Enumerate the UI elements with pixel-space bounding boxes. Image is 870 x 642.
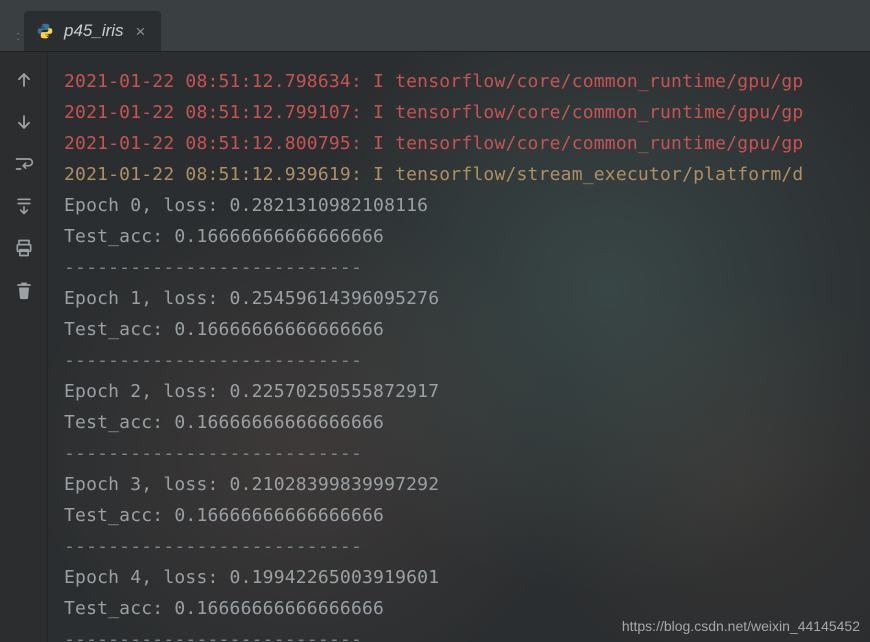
console-line: Test_acc: 0.16666666666666666 [64,314,870,345]
run-label-fragment: : [0,28,24,43]
scroll-to-end-button[interactable] [10,192,38,220]
console-output[interactable]: 2021-01-22 08:51:12.798634: I tensorflow… [48,52,870,642]
print-icon [14,238,34,258]
arrow-up-icon [14,70,34,90]
console-line: --------------------------- [64,345,870,376]
console-line: Epoch 2, loss: 0.22570250555872917 [64,376,870,407]
console-line: Test_acc: 0.16666666666666666 [64,593,870,624]
arrow-down-icon [14,112,34,132]
run-tool-window: 2021-01-22 08:51:12.798634: I tensorflow… [0,52,870,642]
console-line: Epoch 4, loss: 0.19942265003919601 [64,562,870,593]
close-icon[interactable]: × [134,23,148,40]
console-line: Epoch 3, loss: 0.21028399839997292 [64,469,870,500]
console-line: 2021-01-22 08:51:12.939619: I tensorflow… [64,159,870,190]
console-line: --------------------------- [64,438,870,469]
console-line: 2021-01-22 08:51:12.798634: I tensorflow… [64,66,870,97]
soft-wrap-icon [14,154,34,174]
python-file-icon [36,22,54,40]
console-line: Test_acc: 0.16666666666666666 [64,221,870,252]
arrow-down-button[interactable] [10,108,38,136]
editor-tabbar: : p45_iris × [0,0,870,52]
print-button[interactable] [10,234,38,262]
console-line: --------------------------- [64,252,870,283]
rerun-arrow-up-button[interactable] [10,66,38,94]
console-line: Epoch 1, loss: 0.25459614396095276 [64,283,870,314]
console-toolbar [0,52,48,642]
console-line: 2021-01-22 08:51:12.799107: I tensorflow… [64,97,870,128]
tab-p45-iris[interactable]: p45_iris × [24,11,161,51]
scroll-to-end-icon [14,196,34,216]
clear-all-button[interactable] [10,276,38,304]
soft-wrap-button[interactable] [10,150,38,178]
console-line: Test_acc: 0.16666666666666666 [64,407,870,438]
console-line: Test_acc: 0.16666666666666666 [64,500,870,531]
console-line: 2021-01-22 08:51:12.800795: I tensorflow… [64,128,870,159]
console-line: --------------------------- [64,624,870,642]
console-line: --------------------------- [64,531,870,562]
console-line: Epoch 0, loss: 0.2821310982108116 [64,190,870,221]
trash-icon [14,280,34,300]
tab-title: p45_iris [64,21,124,41]
